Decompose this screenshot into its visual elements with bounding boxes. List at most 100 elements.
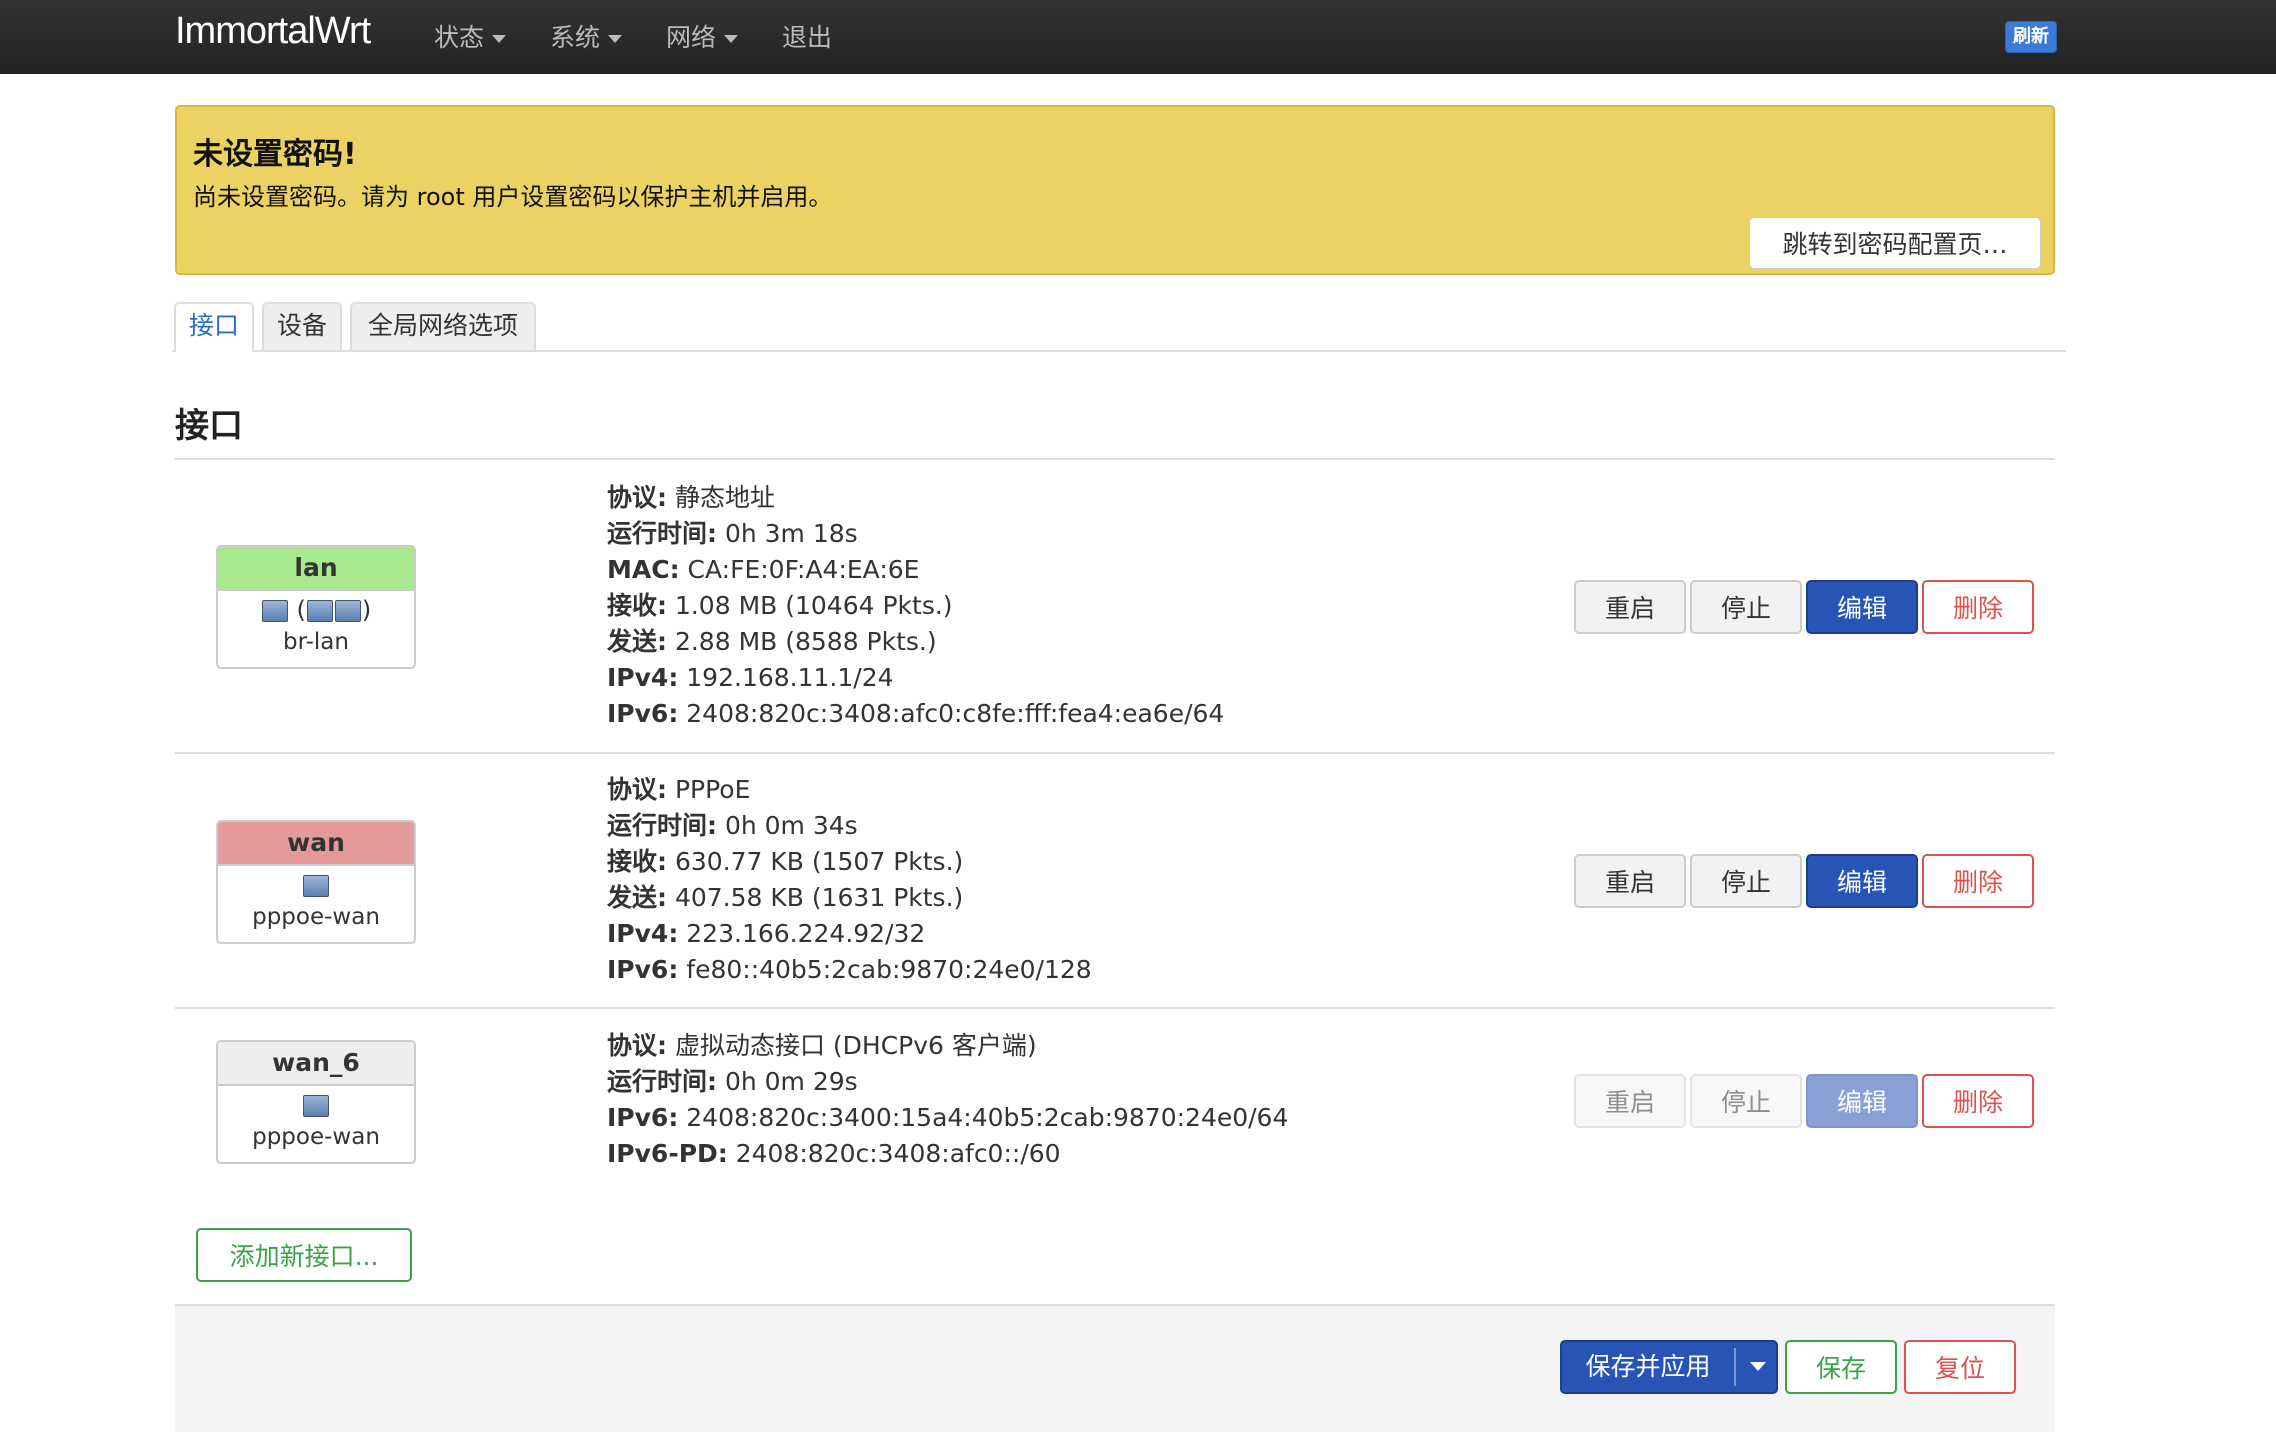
info-label: IPv6: [607, 1103, 679, 1132]
chevron-down-icon [724, 35, 739, 43]
reset-button[interactable]: 复位 [1904, 1340, 2016, 1394]
brand-logo[interactable]: ImmortalWrt [175, 10, 371, 53]
info-row: 发送: 2.88 MB (8588 Pkts.) [607, 624, 1224, 660]
alert-title: 未设置密码! [193, 137, 357, 172]
info-value: 407.58 KB (1631 Pkts.) [674, 883, 964, 912]
goto-password-config-button[interactable]: 跳转到密码配置页… [1749, 217, 2041, 269]
info-value: 0h 3m 18s [724, 519, 858, 548]
info-value: 静态地址 [674, 483, 775, 512]
info-row: IPv6: 2408:820c:3400:15a4:40b5:2cab:9870… [607, 1100, 1288, 1136]
stop-button-wan6[interactable]: 停止 [1690, 1074, 1802, 1128]
menu-network[interactable]: 网络 [666, 18, 739, 54]
menu-logout[interactable]: 退出 [782, 18, 832, 54]
info-value: 虚拟动态接口 (DHCPv6 客户端) [674, 1031, 1037, 1060]
info-label: 发送: [607, 627, 667, 656]
interface-name: wan_6 [218, 1042, 414, 1086]
info-label: IPv4: [607, 919, 679, 948]
info-row: MAC: CA:FE:0F:A4:EA:6E [607, 552, 1224, 588]
interface-name: wan [218, 822, 414, 866]
chevron-down-icon[interactable] [1750, 1362, 1766, 1371]
info-row: 接收: 1.08 MB (10464 Pkts.) [607, 588, 1224, 624]
info-label: 接收: [607, 591, 667, 620]
save-apply-split-button[interactable]: 保存并应用 [1560, 1340, 1778, 1394]
info-label: 接收: [607, 847, 667, 876]
stop-button-lan[interactable]: 停止 [1690, 580, 1802, 634]
info-row: IPv4: 223.166.224.92/32 [607, 916, 1092, 952]
info-row: 协议: 虚拟动态接口 (DHCPv6 客户端) [607, 1028, 1288, 1064]
interface-badge-lan: lan () br-lan [216, 545, 416, 669]
info-row: IPv4: 192.168.11.1/24 [607, 660, 1224, 696]
info-row: 发送: 407.58 KB (1631 Pkts.) [607, 880, 1092, 916]
info-row: 运行时间: 0h 0m 34s [607, 808, 1092, 844]
top-navbar: ImmortalWrt 状态 系统 网络 退出 刷新 [0, 0, 2276, 74]
interface-device: pppoe-wan [252, 1124, 380, 1150]
split-divider [1734, 1348, 1736, 1386]
section-title: 接口 [175, 406, 243, 446]
info-label: IPv6-PD: [607, 1139, 728, 1168]
chevron-down-icon [608, 35, 623, 43]
stop-button-wan[interactable]: 停止 [1690, 854, 1802, 908]
edit-button-lan[interactable]: 编辑 [1806, 580, 1918, 634]
info-row: 运行时间: 0h 0m 29s [607, 1064, 1288, 1100]
bridge-icon: () [218, 591, 414, 629]
delete-button-wan[interactable]: 删除 [1922, 854, 2034, 908]
info-value: 192.168.11.1/24 [686, 663, 894, 692]
restart-button-wan[interactable]: 重启 [1574, 854, 1686, 908]
info-label: 运行时间: [607, 519, 717, 548]
tab-global-network-options[interactable]: 全局网络选项 [350, 302, 536, 350]
info-value: 2408:820c:3408:afc0:c8fe:fff:fea4:ea6e/6… [686, 699, 1225, 728]
info-value: 2408:820c:3408:afc0::/60 [735, 1139, 1061, 1168]
info-value: CA:FE:0F:A4:EA:6E [687, 555, 920, 584]
restart-button-wan6[interactable]: 重启 [1574, 1074, 1686, 1128]
info-value: 223.166.224.92/32 [686, 919, 926, 948]
interface-info-wan: 协议: PPPoE 运行时间: 0h 0m 34s 接收: 630.77 KB … [607, 772, 1092, 988]
tab-interfaces[interactable]: 接口 [174, 302, 254, 352]
refresh-button[interactable]: 刷新 [2005, 21, 2057, 53]
edit-button-wan[interactable]: 编辑 [1806, 854, 1918, 908]
info-value: fe80::40b5:2cab:9870:24e0/128 [686, 955, 1092, 984]
info-label: MAC: [607, 555, 680, 584]
edit-button-wan6[interactable]: 编辑 [1806, 1074, 1918, 1128]
interface-device: pppoe-wan [252, 904, 380, 930]
network-device-icon [218, 866, 414, 904]
info-value: 1.08 MB (10464 Pkts.) [674, 591, 953, 620]
info-value: 0h 0m 34s [724, 811, 858, 840]
save-apply-button[interactable]: 保存并应用 [1562, 1342, 1734, 1392]
divider [175, 752, 2055, 754]
restart-button-lan[interactable]: 重启 [1574, 580, 1686, 634]
tab-devices[interactable]: 设备 [262, 302, 342, 350]
menu-network-label: 网络 [666, 23, 717, 52]
menu-status[interactable]: 状态 [434, 18, 507, 54]
interface-badge-wan: wan pppoe-wan [216, 820, 416, 944]
alert-text: 尚未设置密码。请为 root 用户设置密码以保护主机并启用。 [193, 183, 833, 211]
info-row: IPv6: fe80::40b5:2cab:9870:24e0/128 [607, 952, 1092, 988]
password-warning-alert: 未设置密码! 尚未设置密码。请为 root 用户设置密码以保护主机并启用。 跳转… [175, 105, 2055, 275]
divider [175, 458, 2055, 460]
divider [175, 1007, 2055, 1009]
network-device-icon [218, 1086, 414, 1124]
delete-button-wan6[interactable]: 删除 [1922, 1074, 2034, 1128]
info-label: 协议: [607, 483, 667, 512]
interface-device: br-lan [283, 629, 349, 655]
menu-system-label: 系统 [550, 23, 601, 52]
info-value: 2.88 MB (8588 Pkts.) [674, 627, 937, 656]
info-row: 接收: 630.77 KB (1507 Pkts.) [607, 844, 1092, 880]
info-label: 运行时间: [607, 1067, 717, 1096]
menu-system[interactable]: 系统 [550, 18, 623, 54]
delete-button-lan[interactable]: 删除 [1922, 580, 2034, 634]
info-label: 运行时间: [607, 811, 717, 840]
info-label: IPv4: [607, 663, 679, 692]
info-value: 630.77 KB (1507 Pkts.) [674, 847, 964, 876]
chevron-down-icon [492, 35, 507, 43]
info-row: IPv6: 2408:820c:3408:afc0:c8fe:fff:fea4:… [607, 696, 1224, 732]
info-value: 0h 0m 29s [724, 1067, 858, 1096]
info-row: IPv6-PD: 2408:820c:3408:afc0::/60 [607, 1136, 1288, 1172]
info-label: 协议: [607, 1031, 667, 1060]
info-row: 协议: PPPoE [607, 772, 1092, 808]
save-button[interactable]: 保存 [1785, 1340, 1897, 1394]
info-label: 协议: [607, 775, 667, 804]
interface-badge-wan6: wan_6 pppoe-wan [216, 1040, 416, 1164]
info-row: 协议: 静态地址 [607, 480, 1224, 516]
add-interface-button[interactable]: 添加新接口... [196, 1228, 412, 1282]
menu-status-label: 状态 [434, 23, 485, 52]
